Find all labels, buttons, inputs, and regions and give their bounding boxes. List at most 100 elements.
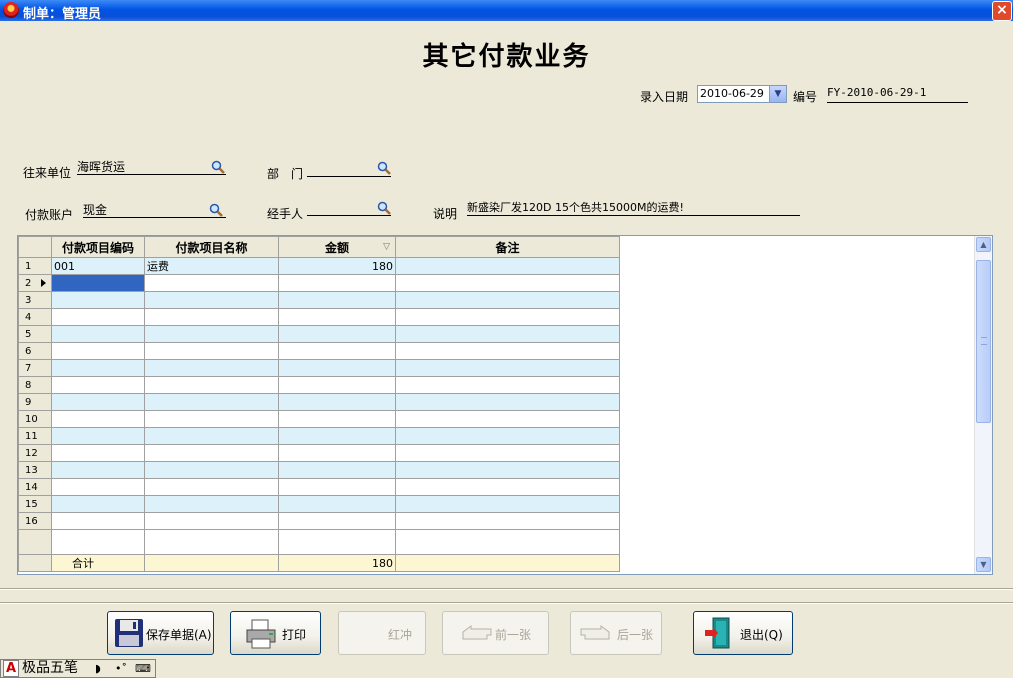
cell-remark[interactable] <box>395 376 620 394</box>
cell-name[interactable] <box>144 461 279 479</box>
cell-name[interactable] <box>144 359 279 377</box>
ime-toolbar[interactable]: A 极品五笔 ◗ •˚ ⌨ <box>0 659 156 678</box>
item-grid[interactable]: 付款项目编码 付款项目名称 金额 ▽ 备注 1 001 运费 180 2 3 4 5 6 7 8 9 10… <box>17 235 993 575</box>
cell-code[interactable] <box>51 495 145 513</box>
cell-code[interactable] <box>51 393 145 411</box>
number-field[interactable]: FY-2010-06-29-1 <box>827 86 968 103</box>
column-header-amount[interactable]: 金额 ▽ <box>278 236 396 258</box>
table-row[interactable]: 5 <box>18 325 620 343</box>
cell-remark[interactable] <box>395 478 620 496</box>
cell-name[interactable] <box>144 410 279 428</box>
print-button[interactable]: 打印 <box>230 611 321 655</box>
cell-amount[interactable] <box>278 478 396 496</box>
table-row[interactable]: 1 001 运费 180 <box>18 257 620 275</box>
table-row[interactable]: 16 <box>18 512 620 530</box>
cell-amount[interactable] <box>278 274 396 292</box>
scroll-thumb[interactable] <box>976 260 991 423</box>
exit-button[interactable]: 退出(Q) <box>693 611 793 655</box>
cell-amount[interactable]: 180 <box>278 257 396 275</box>
cell-amount[interactable] <box>278 410 396 428</box>
vertical-scrollbar[interactable]: ▲ ▼ <box>974 236 992 574</box>
column-header-remark[interactable]: 备注 <box>395 236 620 258</box>
cell-amount[interactable] <box>278 342 396 360</box>
table-row[interactable]: 11 <box>18 427 620 445</box>
search-icon[interactable] <box>377 161 391 175</box>
sort-icon[interactable]: ▽ <box>383 242 390 252</box>
table-row[interactable]: 10 <box>18 410 620 428</box>
cell-remark[interactable] <box>395 274 620 292</box>
punctuation-icon[interactable]: •˚ <box>115 660 127 677</box>
cell-remark[interactable] <box>395 461 620 479</box>
table-row[interactable]: 14 <box>18 478 620 496</box>
cell-amount[interactable] <box>278 427 396 445</box>
table-row[interactable]: 12 <box>18 444 620 462</box>
close-button[interactable]: × <box>992 1 1012 21</box>
cell-remark[interactable] <box>395 325 620 343</box>
account-field[interactable]: 现金 <box>83 201 226 218</box>
cell-remark[interactable] <box>395 359 620 377</box>
cell-remark[interactable] <box>395 291 620 309</box>
cell-code[interactable] <box>51 274 145 292</box>
cell-amount[interactable] <box>278 495 396 513</box>
table-row[interactable]: 13 <box>18 461 620 479</box>
cell-name[interactable] <box>144 478 279 496</box>
column-header-code[interactable]: 付款项目编码 <box>51 236 145 258</box>
cell-name[interactable] <box>144 427 279 445</box>
cell-amount[interactable] <box>278 308 396 326</box>
cell-name[interactable]: 运费 <box>144 257 279 275</box>
cell-amount[interactable] <box>278 376 396 394</box>
cell-code[interactable] <box>51 478 145 496</box>
prev-button[interactable]: 前一张 <box>442 611 549 655</box>
table-row[interactable]: 2 <box>18 274 620 292</box>
table-row[interactable]: 9 <box>18 393 620 411</box>
cell-code[interactable] <box>51 427 145 445</box>
table-row[interactable]: 7 <box>18 359 620 377</box>
chevron-down-icon[interactable]: ▼ <box>769 86 786 102</box>
halfwidth-moon-icon[interactable]: ◗ <box>95 660 101 677</box>
cell-remark[interactable] <box>395 512 620 530</box>
cell-name[interactable] <box>144 325 279 343</box>
cell-amount[interactable] <box>278 512 396 530</box>
cell-code[interactable] <box>51 512 145 530</box>
table-row[interactable]: 8 <box>18 376 620 394</box>
cell-name[interactable] <box>144 512 279 530</box>
cell-remark[interactable] <box>395 444 620 462</box>
ime-logo-icon[interactable]: A <box>3 660 19 677</box>
scroll-up-icon[interactable]: ▲ <box>976 237 991 252</box>
reverse-button[interactable]: 红冲 <box>338 611 426 655</box>
cell-amount[interactable] <box>278 461 396 479</box>
cell-amount[interactable] <box>278 393 396 411</box>
search-icon[interactable] <box>209 203 223 217</box>
cell-name[interactable] <box>144 376 279 394</box>
partner-field[interactable]: 海晖货运 <box>77 158 226 175</box>
save-button[interactable]: 保存单据(A) <box>107 611 214 655</box>
date-picker[interactable]: 2010-06-29 ▼ <box>697 85 787 103</box>
cell-amount[interactable] <box>278 325 396 343</box>
cell-code[interactable] <box>51 461 145 479</box>
cell-name[interactable] <box>144 393 279 411</box>
cell-amount[interactable] <box>278 359 396 377</box>
scroll-down-icon[interactable]: ▼ <box>976 557 991 572</box>
cell-remark[interactable] <box>395 410 620 428</box>
cell-remark[interactable] <box>395 342 620 360</box>
table-row[interactable]: 3 <box>18 291 620 309</box>
cell-code[interactable] <box>51 342 145 360</box>
cell-amount[interactable] <box>278 444 396 462</box>
cell-remark[interactable] <box>395 393 620 411</box>
note-field[interactable]: 新盛染厂发120D 15个色共15000M的运费! <box>467 199 800 216</box>
cell-code[interactable] <box>51 410 145 428</box>
ime-name[interactable]: 极品五笔 <box>22 660 78 677</box>
cell-code[interactable] <box>51 291 145 309</box>
table-row[interactable]: 6 <box>18 342 620 360</box>
next-button[interactable]: 后一张 <box>570 611 662 655</box>
cell-name[interactable] <box>144 291 279 309</box>
search-icon[interactable] <box>211 160 225 174</box>
soft-keyboard-icon[interactable]: ⌨ <box>135 660 151 677</box>
cell-remark[interactable] <box>395 427 620 445</box>
cell-code[interactable] <box>51 359 145 377</box>
column-header-name[interactable]: 付款项目名称 <box>144 236 279 258</box>
cell-remark[interactable] <box>395 495 620 513</box>
cell-amount[interactable] <box>278 291 396 309</box>
cell-name[interactable] <box>144 308 279 326</box>
table-row[interactable]: 4 <box>18 308 620 326</box>
